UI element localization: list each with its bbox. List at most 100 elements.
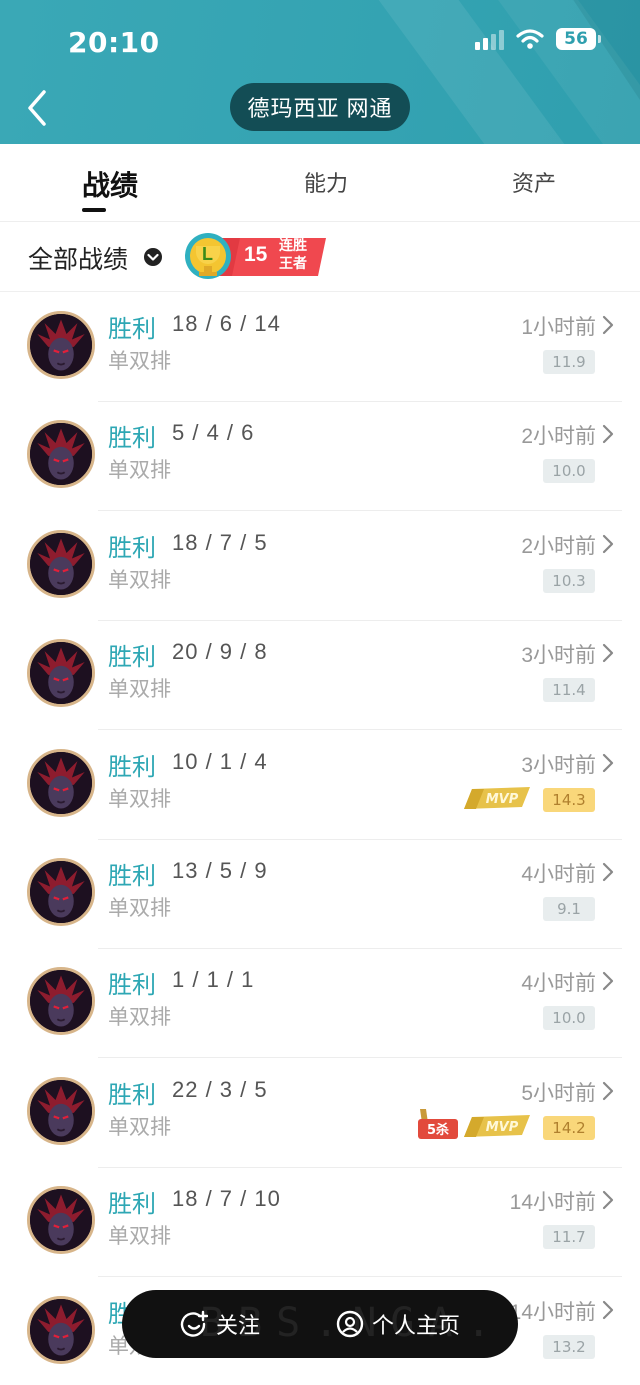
chevron-right-icon <box>602 972 614 991</box>
follow-label: 关注 <box>215 1313 260 1338</box>
chevron-right-icon <box>602 534 614 553</box>
wifi-icon <box>516 29 544 49</box>
champion-portrait-icon <box>30 970 92 1033</box>
champion-portrait-icon <box>30 423 92 486</box>
battery-icon: 56 <box>556 28 601 50</box>
tab-ability[interactable]: 能力 <box>304 166 348 198</box>
match-score: 11.7 <box>543 1225 595 1250</box>
match-time-ago: 4小时前 <box>521 972 596 996</box>
match-row[interactable]: 胜利 18 / 7 / 5 单双排 2小时前 10.3 <box>0 512 640 621</box>
match-time-ago: 3小时前 <box>521 753 596 777</box>
match-kda: 1 / 1 / 1 <box>172 967 255 993</box>
match-score: 14.3 <box>543 787 595 812</box>
streak-label-line1: 连胜 <box>279 237 307 253</box>
match-mode: 单双排 <box>108 1225 171 1249</box>
streak-count: 15 <box>244 243 268 266</box>
match-kda: 22 / 3 / 5 <box>172 1076 268 1102</box>
match-row[interactable]: 胜利 13 / 5 / 9 单双排 4小时前 9.1 <box>0 840 640 949</box>
match-row[interactable]: 胜利 20 / 9 / 8 单双排 3小时前 11.4 <box>0 621 640 731</box>
match-score: 11.4 <box>543 678 595 703</box>
filter-dropdown[interactable]: 全部战绩 <box>28 240 128 276</box>
champion-avatar <box>27 1186 95 1255</box>
chevron-right-icon <box>602 315 614 335</box>
champion-avatar <box>27 639 95 708</box>
match-kda: 5 / 4 / 6 <box>172 420 255 446</box>
mvp-badge-text: MVP <box>486 1120 519 1135</box>
match-mode: 单双排 <box>108 350 171 373</box>
match-result: 胜利 <box>108 316 156 343</box>
signal-icon <box>475 28 504 50</box>
status-time: 20:10 <box>68 26 160 59</box>
match-mode: 单双排 <box>108 1115 171 1139</box>
follow-smile-icon <box>180 1310 208 1337</box>
back-arrow-icon[interactable] <box>24 88 54 128</box>
chevron-right-icon <box>602 1300 614 1319</box>
match-result: 胜利 <box>108 644 156 672</box>
follow-button[interactable]: 关注 <box>180 1308 260 1340</box>
chevron-right-icon <box>602 753 614 772</box>
match-mode: 单双排 <box>108 897 171 920</box>
match-mode: 单双排 <box>108 787 171 811</box>
champion-portrait-icon <box>30 1189 92 1252</box>
profile-label: 个人主页 <box>371 1313 460 1338</box>
match-result: 胜利 <box>108 753 156 781</box>
status-icons: 56 <box>475 28 601 50</box>
match-row[interactable]: 胜利 18 / 7 / 10 单双排 14小时前 11.7 <box>0 1168 640 1278</box>
streak-label-line2: 王者 <box>279 255 307 271</box>
match-mode: 单双排 <box>108 459 171 483</box>
match-row[interactable]: 胜利 1 / 1 / 1 单双排 4小时前 10.0 <box>0 949 640 1059</box>
match-row[interactable]: 胜利 10 / 1 / 4 单双排 3小时前 14.3 MVP <box>0 731 640 840</box>
match-kda: 18 / 7 / 10 <box>172 1186 281 1212</box>
champion-portrait-icon <box>30 1079 92 1142</box>
mvp-badge-icon: MVP <box>464 1114 530 1137</box>
streak-icon-letter: L <box>202 244 213 264</box>
tab-assets[interactable]: 资产 <box>512 166 556 198</box>
match-result: 胜利 <box>108 425 156 453</box>
match-time-ago: 14小时前 <box>509 1191 596 1215</box>
champion-avatar <box>27 420 95 489</box>
match-score: 9.1 <box>543 897 595 921</box>
match-score: 13.2 <box>543 1334 595 1359</box>
match-time-ago: 1小时前 <box>521 316 596 339</box>
champion-avatar <box>27 967 95 1036</box>
match-result: 胜利 <box>108 863 156 890</box>
match-kda: 18 / 7 / 5 <box>172 529 268 555</box>
match-mode: 单双排 <box>108 568 171 592</box>
chevron-right-icon <box>602 862 614 882</box>
mvp-badge-icon: MVP <box>464 786 530 809</box>
match-result: 胜利 <box>108 534 156 562</box>
match-result: 胜利 <box>108 1081 156 1109</box>
champion-avatar <box>27 1076 95 1145</box>
match-row[interactable]: 胜利 22 / 3 / 5 单双排 5小时前 14.2 MVP 5杀 <box>0 1059 640 1168</box>
match-score: 10.3 <box>543 568 595 593</box>
match-row[interactable]: 胜利 5 / 4 / 6 单双排 2小时前 10.0 <box>0 402 640 512</box>
penta-kill-badge-icon: 5杀 <box>418 1108 458 1139</box>
match-time-ago: 4小时前 <box>521 863 596 886</box>
match-time-ago: 3小时前 <box>521 644 596 668</box>
chevron-right-icon <box>602 425 614 444</box>
match-kda: 13 / 5 / 9 <box>172 858 268 883</box>
champion-portrait-icon <box>30 751 92 814</box>
match-score: 11.9 <box>543 350 595 374</box>
server-selector[interactable]: 德玛西亚 网通 <box>230 83 410 131</box>
tab-records[interactable]: 战绩 <box>82 164 138 204</box>
chevron-right-icon <box>602 1081 614 1100</box>
match-score: 10.0 <box>543 459 595 484</box>
champion-avatar <box>27 1295 95 1364</box>
match-score: 14.2 <box>543 1115 595 1140</box>
match-time-ago: 2小时前 <box>521 425 596 449</box>
champion-portrait-icon <box>30 532 92 595</box>
match-row[interactable]: 胜利 18 / 6 / 14 单双排 1小时前 11.9 <box>0 293 640 402</box>
header: 20:10 56 德玛西亚 网通 <box>0 0 640 144</box>
champion-avatar <box>27 529 95 598</box>
match-time-ago: 5小时前 <box>521 1081 596 1105</box>
champion-avatar <box>27 311 95 379</box>
dropdown-check-icon[interactable] <box>143 247 163 267</box>
match-time-ago: 14小时前 <box>509 1300 596 1324</box>
champion-avatar <box>27 748 95 817</box>
champion-portrait-icon <box>30 1298 92 1361</box>
match-mode: 单双排 <box>108 678 171 702</box>
profile-button[interactable]: 个人主页 <box>336 1308 460 1340</box>
tab-active-indicator <box>82 208 106 212</box>
match-score: 10.0 <box>543 1006 595 1031</box>
